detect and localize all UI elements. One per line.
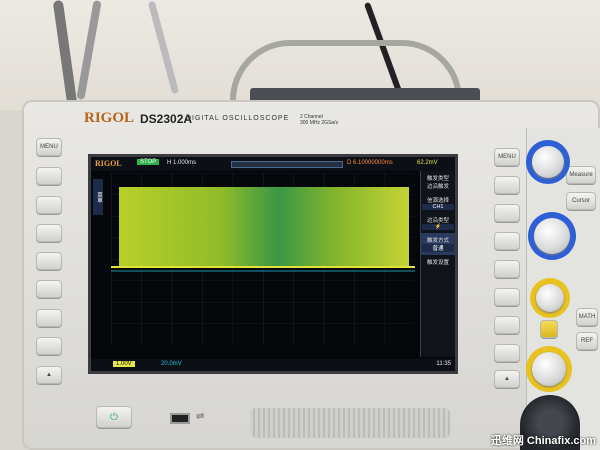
- clock-readout: 11:35: [436, 361, 451, 367]
- right-menu-button[interactable]: MENU: [494, 148, 520, 166]
- menu-item[interactable]: 触发设置: [421, 255, 455, 269]
- power-button[interactable]: ⏻: [96, 406, 132, 428]
- multipurpose-knob[interactable]: [532, 146, 564, 178]
- softkey-right-4[interactable]: [494, 260, 520, 278]
- softkey-left-7[interactable]: [36, 337, 62, 355]
- menu-item[interactable]: 边沿类型 ⚡: [421, 213, 455, 233]
- menu-item[interactable]: 触发类型 边沿触发: [421, 171, 455, 193]
- softkey-left-2[interactable]: [36, 196, 62, 214]
- measure-button[interactable]: Measure: [566, 166, 596, 184]
- softkey-right-3[interactable]: [494, 232, 520, 250]
- usb-icon: ⇌: [196, 411, 205, 422]
- oscilloscope-screen: RIGOL STOP H 1.000ms D 6.10000000ms 62.2…: [88, 154, 458, 374]
- position-knob[interactable]: [536, 284, 564, 312]
- memory-bar: [231, 161, 343, 168]
- softkey-left-5[interactable]: [36, 280, 62, 298]
- watermark: 迅维网 Chinafix.com: [490, 435, 596, 447]
- waveform-ch1: [119, 187, 409, 267]
- left-arrow-button[interactable]: ▲: [36, 366, 62, 384]
- screen-logo: RIGOL: [95, 159, 122, 168]
- trigger-level-readout: 62.2mV: [417, 160, 438, 166]
- softkey-right-5[interactable]: [494, 288, 520, 306]
- softkey-left-3[interactable]: [36, 224, 62, 242]
- softkey-right-7[interactable]: [494, 344, 520, 362]
- left-menu-tab[interactable]: 菜单: [93, 179, 103, 215]
- softkey-right-1[interactable]: [494, 176, 520, 194]
- menu-item[interactable]: 信源选择 CH1: [421, 193, 455, 213]
- ref-button[interactable]: REF: [576, 332, 598, 350]
- subtitle-label: DIGITAL OSCILLOSCOPE: [186, 115, 290, 122]
- front-grille: [250, 408, 450, 438]
- model-label: DS2302A: [140, 112, 193, 126]
- waveform-grid: [111, 173, 415, 345]
- status-bar: RIGOL STOP H 1.000ms D 6.10000000ms 62.2…: [91, 157, 455, 171]
- math-button[interactable]: MATH: [576, 308, 598, 326]
- brand-logo: RIGOL: [84, 110, 135, 126]
- channel-button[interactable]: [540, 320, 558, 338]
- left-menu-button[interactable]: MENU: [36, 138, 62, 156]
- softkey-left-1[interactable]: [36, 167, 62, 185]
- run-state-badge: STOP: [137, 159, 160, 165]
- softkey-left-4[interactable]: [36, 252, 62, 270]
- vertical-scale-knob[interactable]: [534, 218, 570, 254]
- trigger-menu: 触发类型 边沿触发 信源选择 CH1 边沿类型 ⚡ 触发方式 普通 触发设置: [420, 171, 455, 357]
- delay-readout: D 6.10000000ms: [347, 160, 393, 166]
- scale-knob[interactable]: [532, 352, 566, 386]
- right-arrow-button[interactable]: ▲: [494, 370, 520, 388]
- menu-item[interactable]: 触发方式 普通: [421, 233, 455, 255]
- softkey-right-2[interactable]: [494, 204, 520, 222]
- softkey-left-6[interactable]: [36, 309, 62, 327]
- usb-port: [170, 413, 190, 424]
- channel-bar: 1.00V 20.0mV 11:35: [91, 359, 455, 371]
- cursor-button[interactable]: Cursor: [566, 192, 596, 210]
- ch1-scale-readout: 1.00V: [113, 361, 135, 367]
- softkey-right-6[interactable]: [494, 316, 520, 334]
- spec-label: 2 Channel 300 MHz 2GSa/s: [300, 114, 339, 126]
- ch2-scale-readout: 20.0mV: [161, 361, 182, 367]
- timebase-readout: H 1.000ms: [167, 160, 197, 166]
